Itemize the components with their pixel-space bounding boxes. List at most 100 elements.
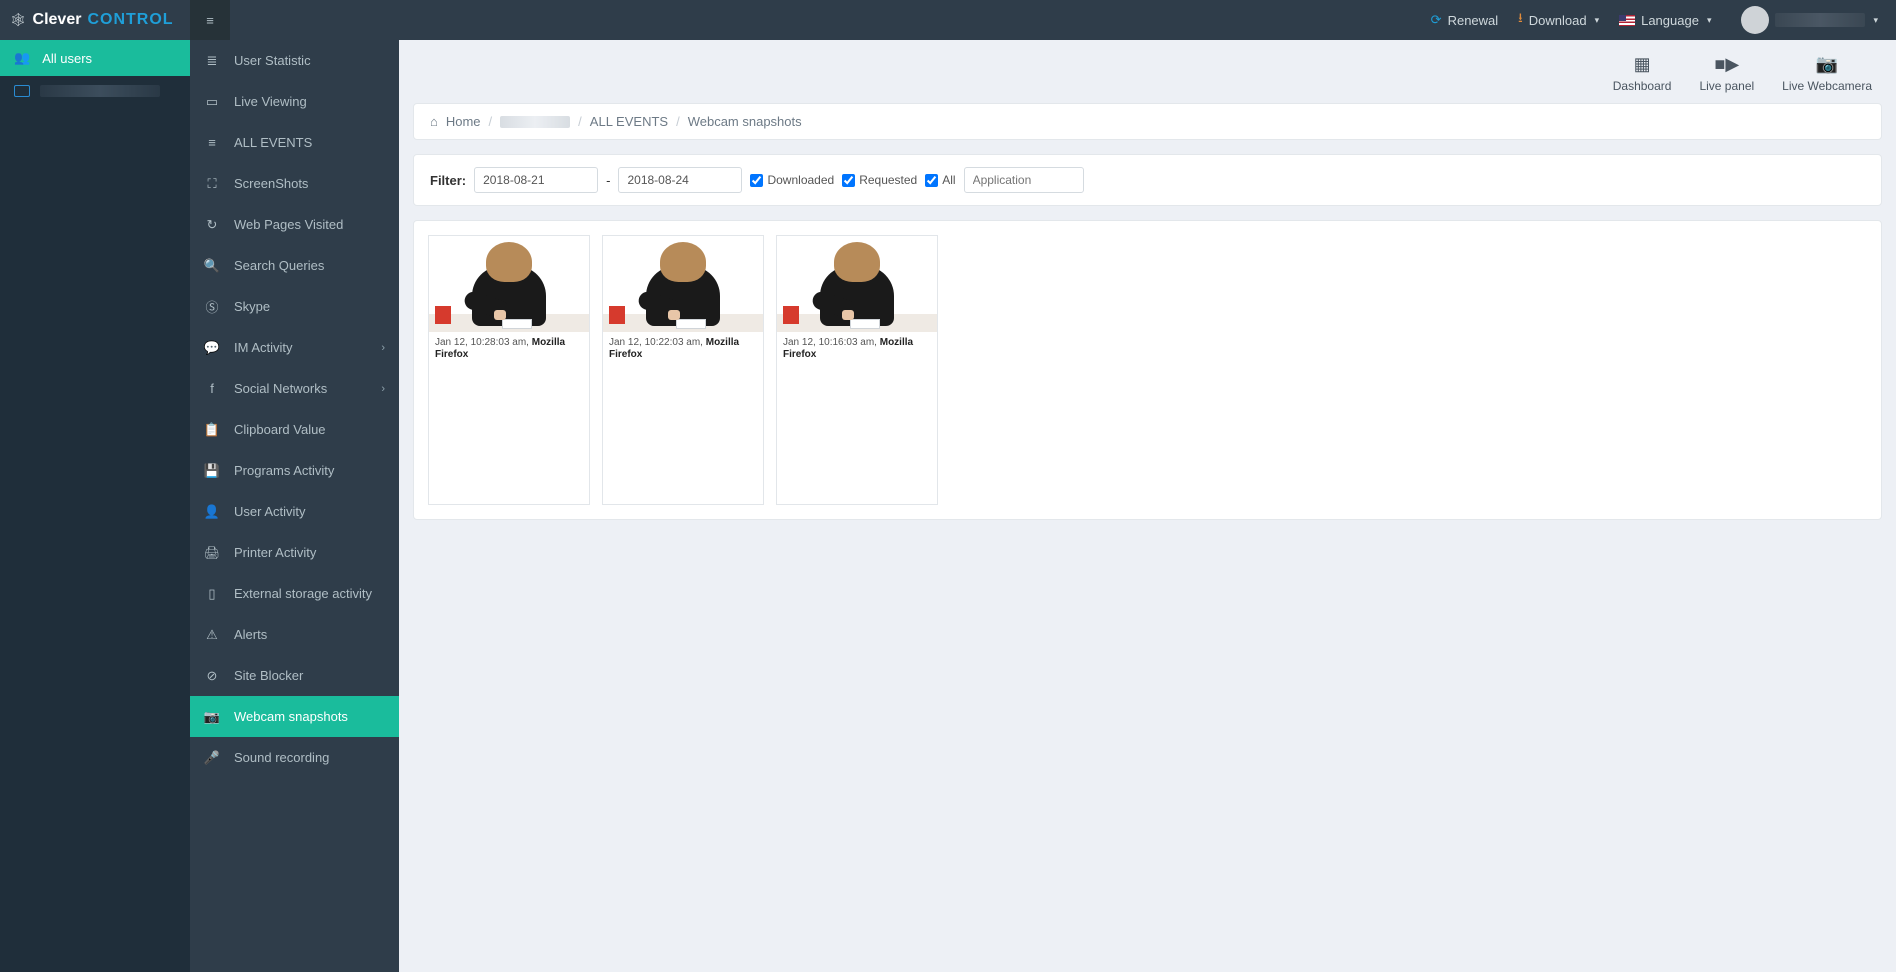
filter-dash: - [606, 173, 610, 188]
language-menu[interactable]: Language ▾ [1619, 13, 1711, 28]
user-name-redacted [1775, 13, 1865, 27]
im-activity-icon: 💬 [204, 340, 220, 356]
nav-item-live-viewing[interactable]: ▭Live Viewing [190, 81, 399, 122]
breadcrumb-sep: / [676, 114, 680, 129]
tab-live-panel[interactable]: ■▶ Live panel [1699, 54, 1754, 93]
user-entry[interactable] [0, 76, 190, 106]
chevron-down-icon: ▾ [1707, 15, 1712, 26]
sound-recording-icon: 🎤 [204, 750, 220, 766]
chevron-right-icon: › [381, 383, 385, 395]
language-label: Language [1641, 13, 1699, 28]
brand-part1: Clever [33, 11, 82, 29]
nav-item-printer-activity[interactable]: 🖨Printer Activity [190, 532, 399, 573]
nav-item-sound-recording[interactable]: 🎤 Sound recording [190, 737, 399, 778]
nav-item-screenshots[interactable]: ⛶ScreenShots [190, 163, 399, 204]
alerts-icon: ⚠ [204, 627, 220, 643]
nav-item-site-blocker[interactable]: ⊘Site Blocker [190, 655, 399, 696]
nav-item-label: Sound recording [234, 750, 329, 765]
nav-item-programs-activity[interactable]: 💾Programs Activity [190, 450, 399, 491]
nav-item-label: User Activity [234, 504, 306, 519]
download-label: Download [1529, 13, 1587, 28]
nav-item-im-activity[interactable]: 💬 IM Activity › [190, 327, 399, 368]
filter-all-checkbox[interactable] [925, 174, 938, 187]
snapshot-caption: Jan 12, 10:22:03 am, Mozilla Firefox [603, 332, 763, 367]
renewal-icon: ⟳ [1431, 12, 1442, 28]
user-menu[interactable]: ▾ [1731, 6, 1878, 34]
nav-item-label: User Statistic [234, 53, 311, 68]
top-actions: ⟳ Renewal ⭳ Download ▾ Language ▾ ▾ [1431, 0, 1896, 40]
nav-item-clipboard-value[interactable]: 📋Clipboard Value [190, 409, 399, 450]
avatar [1741, 6, 1769, 34]
logo-icon: 🕸 [10, 12, 27, 28]
external-storage-activity-icon: ▯ [204, 586, 220, 602]
user-name-redacted [40, 85, 160, 97]
chevron-down-icon: ▾ [1873, 15, 1878, 26]
filter-requested[interactable]: Requested [842, 173, 917, 187]
filter-requested-checkbox[interactable] [842, 174, 855, 187]
web-pages-visited-icon: ↻ [204, 217, 220, 233]
download-menu[interactable]: ⭳ Download ▾ [1518, 9, 1599, 31]
filter-all-label: All [942, 173, 955, 187]
nav-item-label: Alerts [234, 627, 267, 642]
filter-downloaded-checkbox[interactable] [750, 174, 763, 187]
nav-item-user-statistic[interactable]: ≣ User Statistic [190, 40, 399, 81]
breadcrumb-home[interactable]: Home [446, 114, 481, 129]
filter-application-input[interactable] [964, 167, 1084, 193]
nav-item-user-activity[interactable]: 👤User Activity [190, 491, 399, 532]
nav-item-label: Webcam snapshots [234, 709, 348, 724]
chevron-right-icon: › [381, 342, 385, 354]
snapshot-card[interactable]: Jan 12, 10:28:03 am, Mozilla Firefox [428, 235, 590, 505]
renewal-label: Renewal [1448, 13, 1499, 28]
video-icon: ■▶ [1699, 54, 1754, 75]
filter-bar: Filter: - Downloaded Requested All [413, 154, 1882, 206]
nav-item-webcam-snapshots[interactable]: 📷 Webcam snapshots [190, 696, 399, 737]
renewal-link[interactable]: ⟳ Renewal [1431, 12, 1499, 28]
camera-icon: 📷 [1782, 54, 1872, 75]
filter-all[interactable]: All [925, 173, 955, 187]
snapshot-grid: Jan 12, 10:28:03 am, Mozilla Firefox Jan … [413, 220, 1882, 520]
snapshot-caption: Jan 12, 10:16:03 am, Mozilla Firefox [777, 332, 937, 367]
site-blocker-icon: ⊘ [204, 668, 220, 684]
filter-downloaded[interactable]: Downloaded [750, 173, 834, 187]
printer-activity-icon: 🖨 [204, 545, 220, 561]
nav-item-external-storage-activity[interactable]: ▯ External storage activity [190, 573, 399, 614]
filter-date-to[interactable] [618, 167, 742, 193]
filter-label: Filter: [430, 173, 466, 188]
nav-item-label: IM Activity [234, 340, 293, 355]
snapshot-card[interactable]: Jan 12, 10:16:03 am, Mozilla Firefox [776, 235, 938, 505]
nav-item-label: ALL EVENTS [234, 135, 312, 150]
webcam-snapshots-icon: 📷 [204, 709, 220, 725]
sidebar-toggle[interactable]: ≡ [190, 0, 230, 40]
monitor-icon [14, 85, 30, 97]
nav-item-social-networks[interactable]: f Social Networks › [190, 368, 399, 409]
tab-live-webcamera[interactable]: 📷 Live Webcamera [1782, 54, 1872, 93]
category-sidebar: ≣ User Statistic ▭Live Viewing ≡ ALL EVENTS ⛶… [190, 40, 399, 972]
users-icon: 👥 [14, 50, 30, 66]
nav-item-label: External storage activity [234, 586, 372, 601]
main-content: ▦ Dashboard ■▶ Live panel 📷 Live Webcame… [399, 40, 1896, 972]
nav-item-skype[interactable]: ⓈSkype [190, 286, 399, 327]
nav-item-label: Social Networks [234, 381, 327, 396]
tab-dashboard[interactable]: ▦ Dashboard [1613, 54, 1672, 93]
hamburger-icon: ≡ [206, 13, 214, 28]
social-networks-icon: f [204, 381, 220, 396]
user-statistic-icon: ≣ [204, 53, 220, 69]
nav-item-search-queries[interactable]: 🔍Search Queries [190, 245, 399, 286]
breadcrumb-section[interactable]: ALL EVENTS [590, 114, 668, 129]
filter-date-from[interactable] [474, 167, 598, 193]
nav-item-web-pages-visited[interactable]: ↻Web Pages Visited [190, 204, 399, 245]
all-users-button[interactable]: 👥 All users [0, 40, 190, 76]
filter-requested-label: Requested [859, 173, 917, 187]
all-events-icon: ≡ [204, 135, 220, 150]
nav-item-label: Live Viewing [234, 94, 307, 109]
snapshot-card[interactable]: Jan 12, 10:22:03 am, Mozilla Firefox [602, 235, 764, 505]
brand-logo[interactable]: 🕸 CleverCONTROL [0, 0, 190, 40]
nav-item-label: Programs Activity [234, 463, 334, 478]
download-icon: ⭳ [1518, 9, 1523, 31]
dashboard-icon: ▦ [1613, 54, 1672, 75]
search-queries-icon: 🔍 [204, 258, 220, 274]
nav-item-all-events[interactable]: ≡ ALL EVENTS [190, 122, 399, 163]
tab-live-webcamera-label: Live Webcamera [1782, 79, 1872, 93]
breadcrumb-user-redacted[interactable] [500, 116, 570, 128]
nav-item-alerts[interactable]: ⚠ Alerts [190, 614, 399, 655]
